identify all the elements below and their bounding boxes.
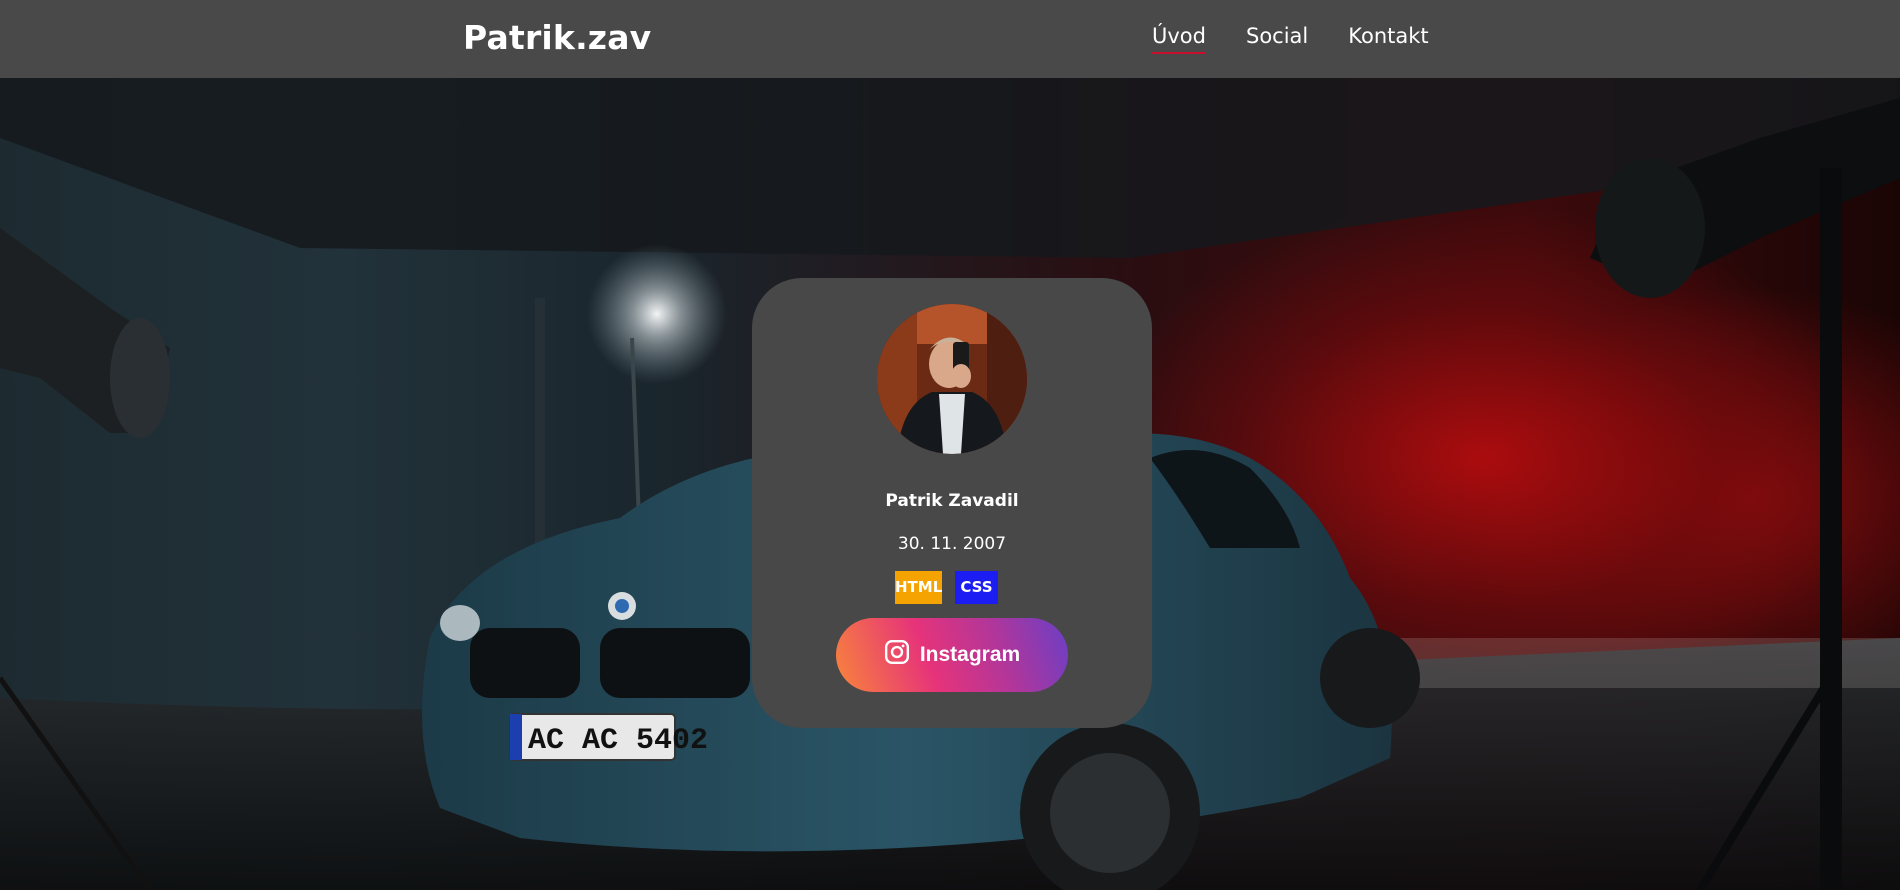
avatar-photo <box>877 304 1027 454</box>
tag-html: HTML <box>895 571 942 604</box>
page: Patrik.zav Úvod Social Kontakt AC AC 540… <box>0 0 1900 890</box>
skill-tags: HTML CSS <box>895 571 998 604</box>
instagram-button-label: Instagram <box>919 643 1021 666</box>
site-header: Patrik.zav Úvod Social Kontakt <box>0 0 1900 78</box>
profile-avatar <box>877 304 1027 454</box>
instagram-icon <box>884 639 909 665</box>
instagram-button[interactable]: Instagram <box>836 618 1068 692</box>
profile-date-of-birth: 30. 11. 2007 <box>897 534 1007 554</box>
nav-link-kontakt[interactable]: Kontakt <box>1348 24 1428 54</box>
site-logo[interactable]: Patrik.zav <box>463 18 651 57</box>
nav-link-uvod[interactable]: Úvod <box>1152 24 1206 54</box>
tag-css: CSS <box>955 571 998 604</box>
nav-link-social[interactable]: Social <box>1246 24 1308 54</box>
profile-card: Patrik Zavadil 30. 11. 2007 HTML CSS Ins… <box>752 278 1152 728</box>
main-nav: Úvod Social Kontakt <box>1152 24 1429 54</box>
profile-name: Patrik Zavadil <box>885 491 1019 511</box>
license-plate-text: AC AC 5402 <box>528 724 708 758</box>
